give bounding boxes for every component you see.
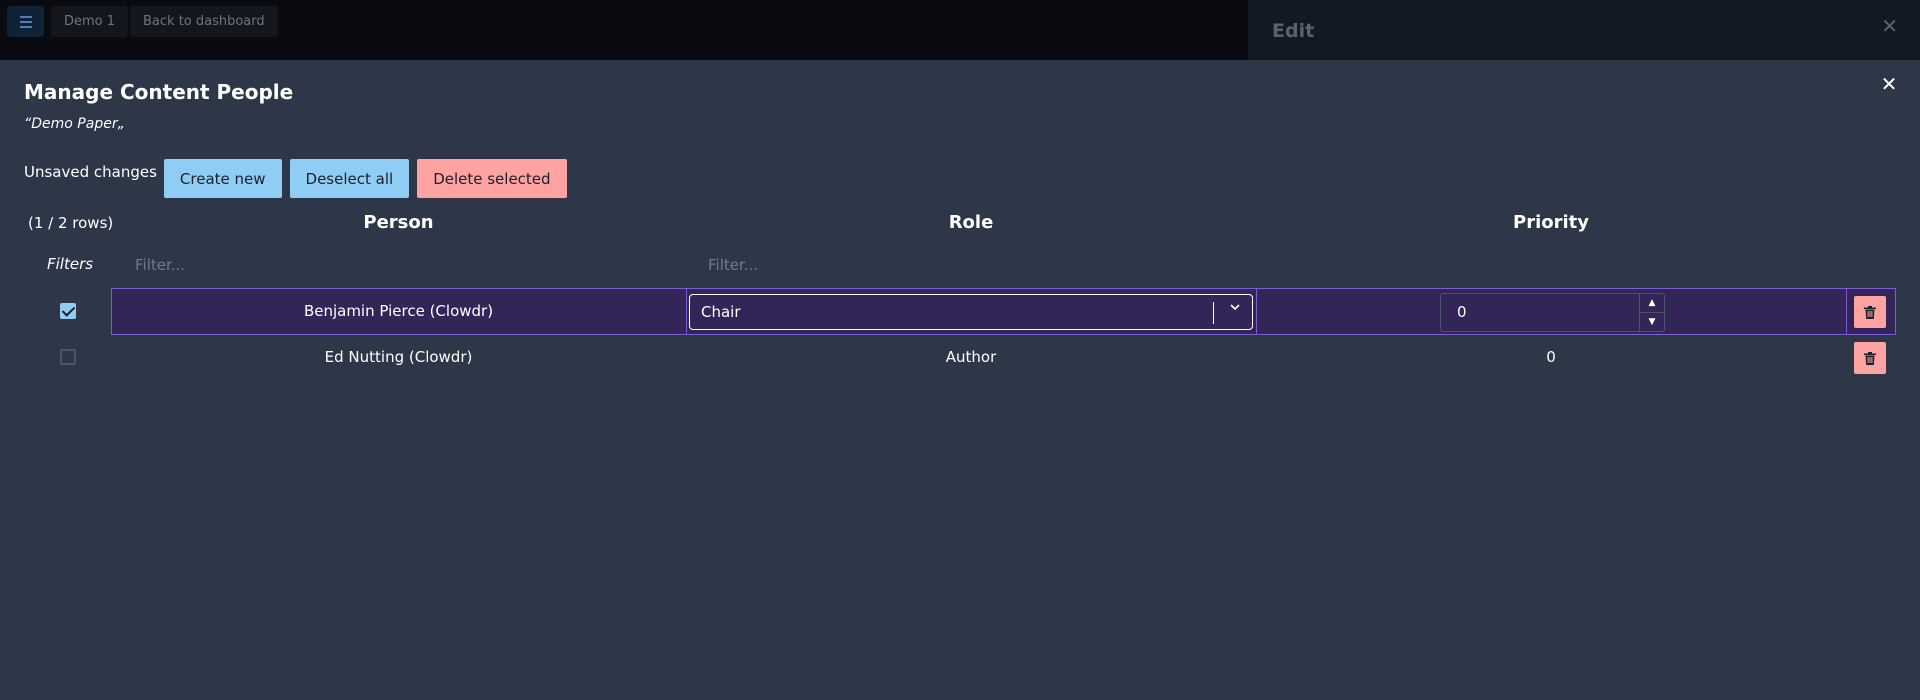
column-header-role[interactable]: Role	[686, 212, 1256, 233]
priority-cell[interactable]: 0	[1256, 348, 1846, 366]
priority-number-input[interactable]: 0 ▲ ▼	[1440, 293, 1665, 332]
manage-content-people-modal: ✕ Manage Content People “Demo Paper„ Uns…	[0, 60, 1920, 700]
side-panel-title: Edit	[1272, 20, 1315, 42]
back-to-dashboard-button[interactable]: Back to dashboard	[130, 6, 278, 37]
role-select-value: Chair	[701, 303, 741, 321]
priority-value: 0	[1457, 303, 1467, 321]
delete-row-button[interactable]	[1854, 342, 1886, 374]
create-new-button[interactable]: Create new	[163, 159, 282, 198]
trash-icon	[1864, 305, 1876, 319]
hamburger-menu-button[interactable]	[7, 6, 44, 37]
toolbar: Unsaved changes Create new Deselect all …	[24, 159, 575, 198]
role-filter-input[interactable]	[706, 250, 1150, 280]
priority-stepper: ▲ ▼	[1639, 294, 1664, 331]
edit-side-panel: Edit ✕	[1248, 0, 1920, 60]
increment-icon[interactable]: ▲	[1640, 294, 1664, 313]
select-separator	[1213, 302, 1214, 324]
filters-label: Filters	[47, 255, 94, 273]
person-cell: Ed Nutting (Clowdr)	[324, 348, 473, 366]
top-bar: Demo 1 Back to dashboard	[0, 0, 1248, 61]
close-icon[interactable]: ✕	[1876, 71, 1902, 97]
row-select-checkbox[interactable]	[60, 349, 76, 365]
modal-title: Manage Content People	[24, 80, 294, 104]
modal-subtitle: “Demo Paper„	[24, 116, 125, 132]
unsaved-changes-status: Unsaved changes	[24, 163, 157, 181]
cell-divider	[1846, 288, 1847, 335]
person-filter-input[interactable]	[133, 250, 577, 280]
person-cell: Benjamin Pierce (Clowdr)	[303, 302, 494, 320]
hamburger-icon	[19, 14, 32, 29]
row-select-checkbox[interactable]	[60, 303, 76, 319]
column-header-priority[interactable]: Priority	[1256, 212, 1846, 233]
close-icon[interactable]: ✕	[1881, 14, 1898, 38]
row-count: (1 / 2 rows)	[28, 214, 114, 232]
column-header-person[interactable]: Person	[111, 212, 686, 233]
breadcrumb-demo[interactable]: Demo 1	[51, 6, 129, 37]
deselect-all-button[interactable]: Deselect all	[289, 159, 410, 198]
delete-row-button[interactable]	[1854, 296, 1886, 328]
decrement-icon[interactable]: ▼	[1640, 313, 1664, 331]
delete-selected-button[interactable]: Delete selected	[417, 159, 567, 198]
role-cell[interactable]: Author	[686, 348, 1256, 366]
cell-divider	[686, 288, 687, 335]
cell-divider	[1256, 288, 1257, 335]
role-select[interactable]: Chair	[689, 294, 1253, 330]
chevron-down-icon[interactable]	[1228, 300, 1242, 318]
trash-icon	[1864, 351, 1876, 365]
